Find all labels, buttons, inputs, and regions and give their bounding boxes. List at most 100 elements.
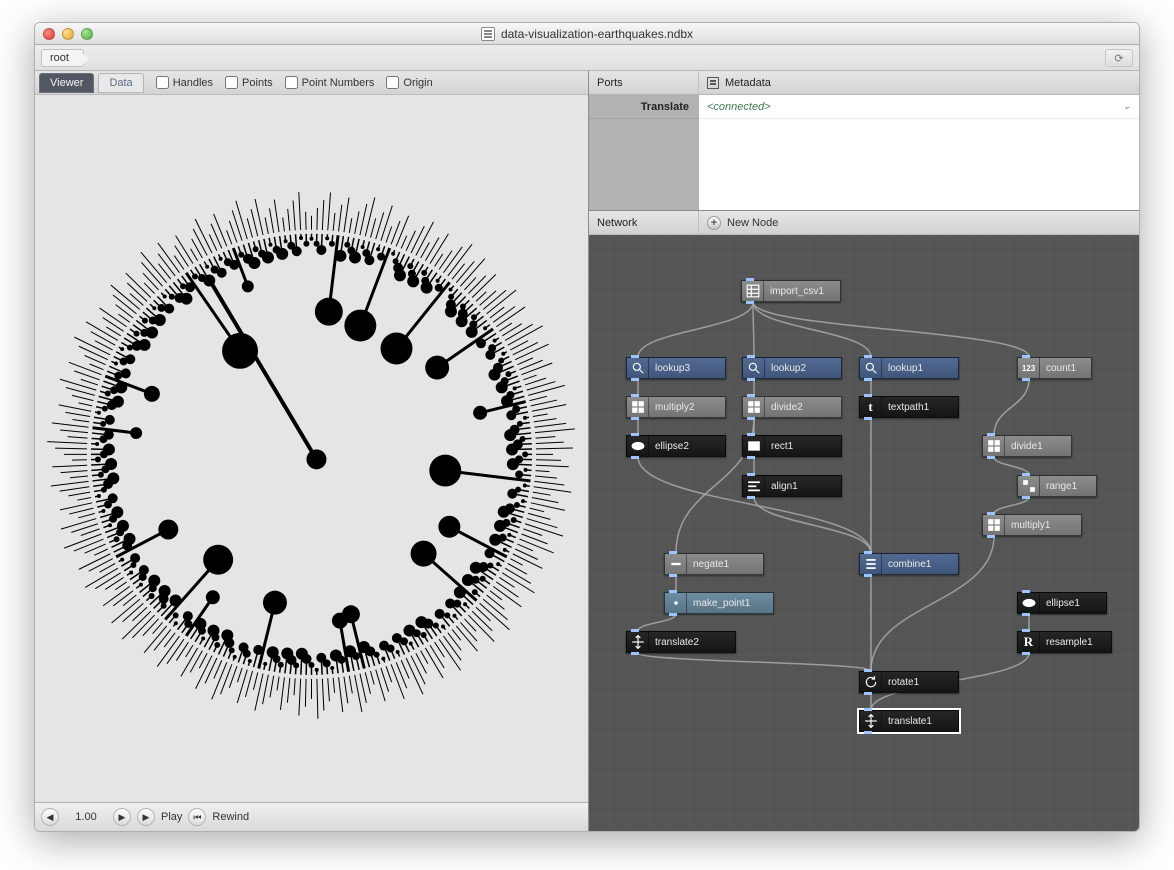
- node-lookup3[interactable]: lookup3: [626, 357, 726, 379]
- text-icon: t: [860, 397, 882, 417]
- node-label: divide1: [1005, 441, 1053, 452]
- node-label: lookup1: [882, 363, 933, 374]
- rect-icon: [743, 436, 765, 456]
- node-label: resample1: [1040, 637, 1103, 648]
- tab-data[interactable]: Data: [98, 73, 143, 93]
- resample-icon: R: [1018, 632, 1040, 652]
- math-icon: [983, 515, 1005, 535]
- app-window: data-visualization-earthquakes.ndbx root…: [34, 22, 1140, 832]
- node-label: multiply1: [1005, 520, 1060, 531]
- node-divide1[interactable]: divide1: [982, 435, 1072, 457]
- viewer-toolbar: Viewer Data Handles Points Point Numbers…: [35, 71, 588, 95]
- titlebar: data-visualization-earthquakes.ndbx: [35, 23, 1139, 45]
- move-icon: [860, 711, 882, 731]
- ellipse-icon: [627, 436, 649, 456]
- rotate-icon: [860, 672, 882, 692]
- window-title: data-visualization-earthquakes.ndbx: [501, 27, 693, 41]
- reload-button[interactable]: ⟳: [1105, 49, 1133, 67]
- node-label: make_point1: [687, 598, 760, 609]
- viewer-canvas[interactable]: [35, 95, 588, 803]
- math-icon: [983, 436, 1005, 456]
- minimize-icon[interactable]: [62, 28, 74, 40]
- check-points[interactable]: Points: [225, 76, 273, 89]
- rewind-label: Rewind: [212, 811, 249, 823]
- node-label: combine1: [882, 559, 941, 570]
- new-node-button[interactable]: + New Node: [699, 216, 778, 230]
- node-label: range1: [1040, 481, 1087, 492]
- node-align1[interactable]: align1: [742, 475, 842, 497]
- tab-viewer[interactable]: Viewer: [39, 73, 94, 93]
- node-negate1[interactable]: negate1: [664, 553, 764, 575]
- node-label: divide2: [765, 402, 813, 413]
- node-label: negate1: [687, 559, 739, 570]
- node-combine1[interactable]: combine1: [859, 553, 959, 575]
- metadata-title[interactable]: Metadata: [725, 77, 771, 89]
- node-label: ellipse2: [649, 441, 699, 452]
- frame-display: 1.00: [65, 811, 107, 823]
- node-range1[interactable]: range1: [1017, 475, 1097, 497]
- ports-panel: Translate <connected> ⌄: [589, 95, 1139, 211]
- node-divide2[interactable]: divide2: [742, 396, 842, 418]
- node-label: lookup2: [765, 363, 816, 374]
- node-rotate1[interactable]: rotate1: [859, 671, 959, 693]
- port-row-label: Translate: [589, 95, 699, 119]
- node-label: translate1: [882, 716, 942, 727]
- step-back-button[interactable]: ◀: [41, 808, 59, 826]
- range-icon: [1018, 476, 1040, 496]
- close-icon[interactable]: [43, 28, 55, 40]
- play-button[interactable]: ▶: [137, 808, 155, 826]
- node-label: translate2: [649, 637, 709, 648]
- node-label: import_csv1: [764, 286, 834, 297]
- node-label: lookup3: [649, 363, 700, 374]
- node-import_csv1[interactable]: import_csv1: [741, 280, 841, 302]
- ports-title: Ports: [589, 71, 699, 94]
- node-label: count1: [1040, 363, 1086, 374]
- math-icon: [627, 397, 649, 417]
- network-title: Network: [589, 211, 699, 234]
- node-translate1[interactable]: translate1: [859, 710, 959, 732]
- plus-icon: +: [707, 216, 721, 230]
- document-icon: [481, 27, 495, 41]
- search-icon: [860, 358, 882, 378]
- move-icon: [627, 632, 649, 652]
- math-icon: [743, 397, 765, 417]
- check-point-numbers[interactable]: Point Numbers: [285, 76, 375, 89]
- step-forward-button[interactable]: ▶: [113, 808, 131, 826]
- node-multiply1[interactable]: multiply1: [982, 514, 1082, 536]
- search-icon: [743, 358, 765, 378]
- node-ellipse2[interactable]: ellipse2: [626, 435, 726, 457]
- playbar: ◀ 1.00 ▶ ▶ Play ⏮ Rewind: [35, 803, 588, 831]
- ellipse-icon: [1018, 593, 1040, 613]
- check-handles[interactable]: Handles: [156, 76, 213, 89]
- breadcrumb-bar: root ⟳: [35, 45, 1139, 71]
- search-icon: [627, 358, 649, 378]
- node-label: rect1: [765, 441, 803, 452]
- network-canvas[interactable]: import_csv1 lookup3 lookup2 lookup1 123count…: [589, 235, 1139, 831]
- node-textpath1[interactable]: ttextpath1: [859, 396, 959, 418]
- node-lookup1[interactable]: lookup1: [859, 357, 959, 379]
- node-lookup2[interactable]: lookup2: [742, 357, 842, 379]
- neg-icon: [665, 554, 687, 574]
- node-translate2[interactable]: translate2: [626, 631, 736, 653]
- rewind-button[interactable]: ⏮: [188, 808, 206, 826]
- node-make_point1[interactable]: make_point1: [664, 592, 774, 614]
- node-label: multiply2: [649, 402, 704, 413]
- table-icon: [742, 281, 764, 301]
- node-resample1[interactable]: Rresample1: [1017, 631, 1112, 653]
- node-count1[interactable]: 123count1: [1017, 357, 1092, 379]
- node-label: align1: [765, 481, 808, 492]
- align-icon: [743, 476, 765, 496]
- node-ellipse1[interactable]: ellipse1: [1017, 592, 1107, 614]
- point-icon: [665, 593, 687, 613]
- ports-header: Ports Metadata: [589, 71, 1139, 95]
- node-multiply2[interactable]: multiply2: [626, 396, 726, 418]
- breadcrumb-root[interactable]: root: [41, 49, 84, 67]
- node-rect1[interactable]: rect1: [742, 435, 842, 457]
- list-icon: [860, 554, 882, 574]
- node-label: textpath1: [882, 402, 939, 413]
- node-label: rotate1: [882, 677, 929, 688]
- zoom-icon[interactable]: [81, 28, 93, 40]
- chevron-down-icon: ⌄: [1123, 101, 1131, 112]
- port-row-value[interactable]: <connected> ⌄: [699, 95, 1139, 119]
- check-origin[interactable]: Origin: [386, 76, 432, 89]
